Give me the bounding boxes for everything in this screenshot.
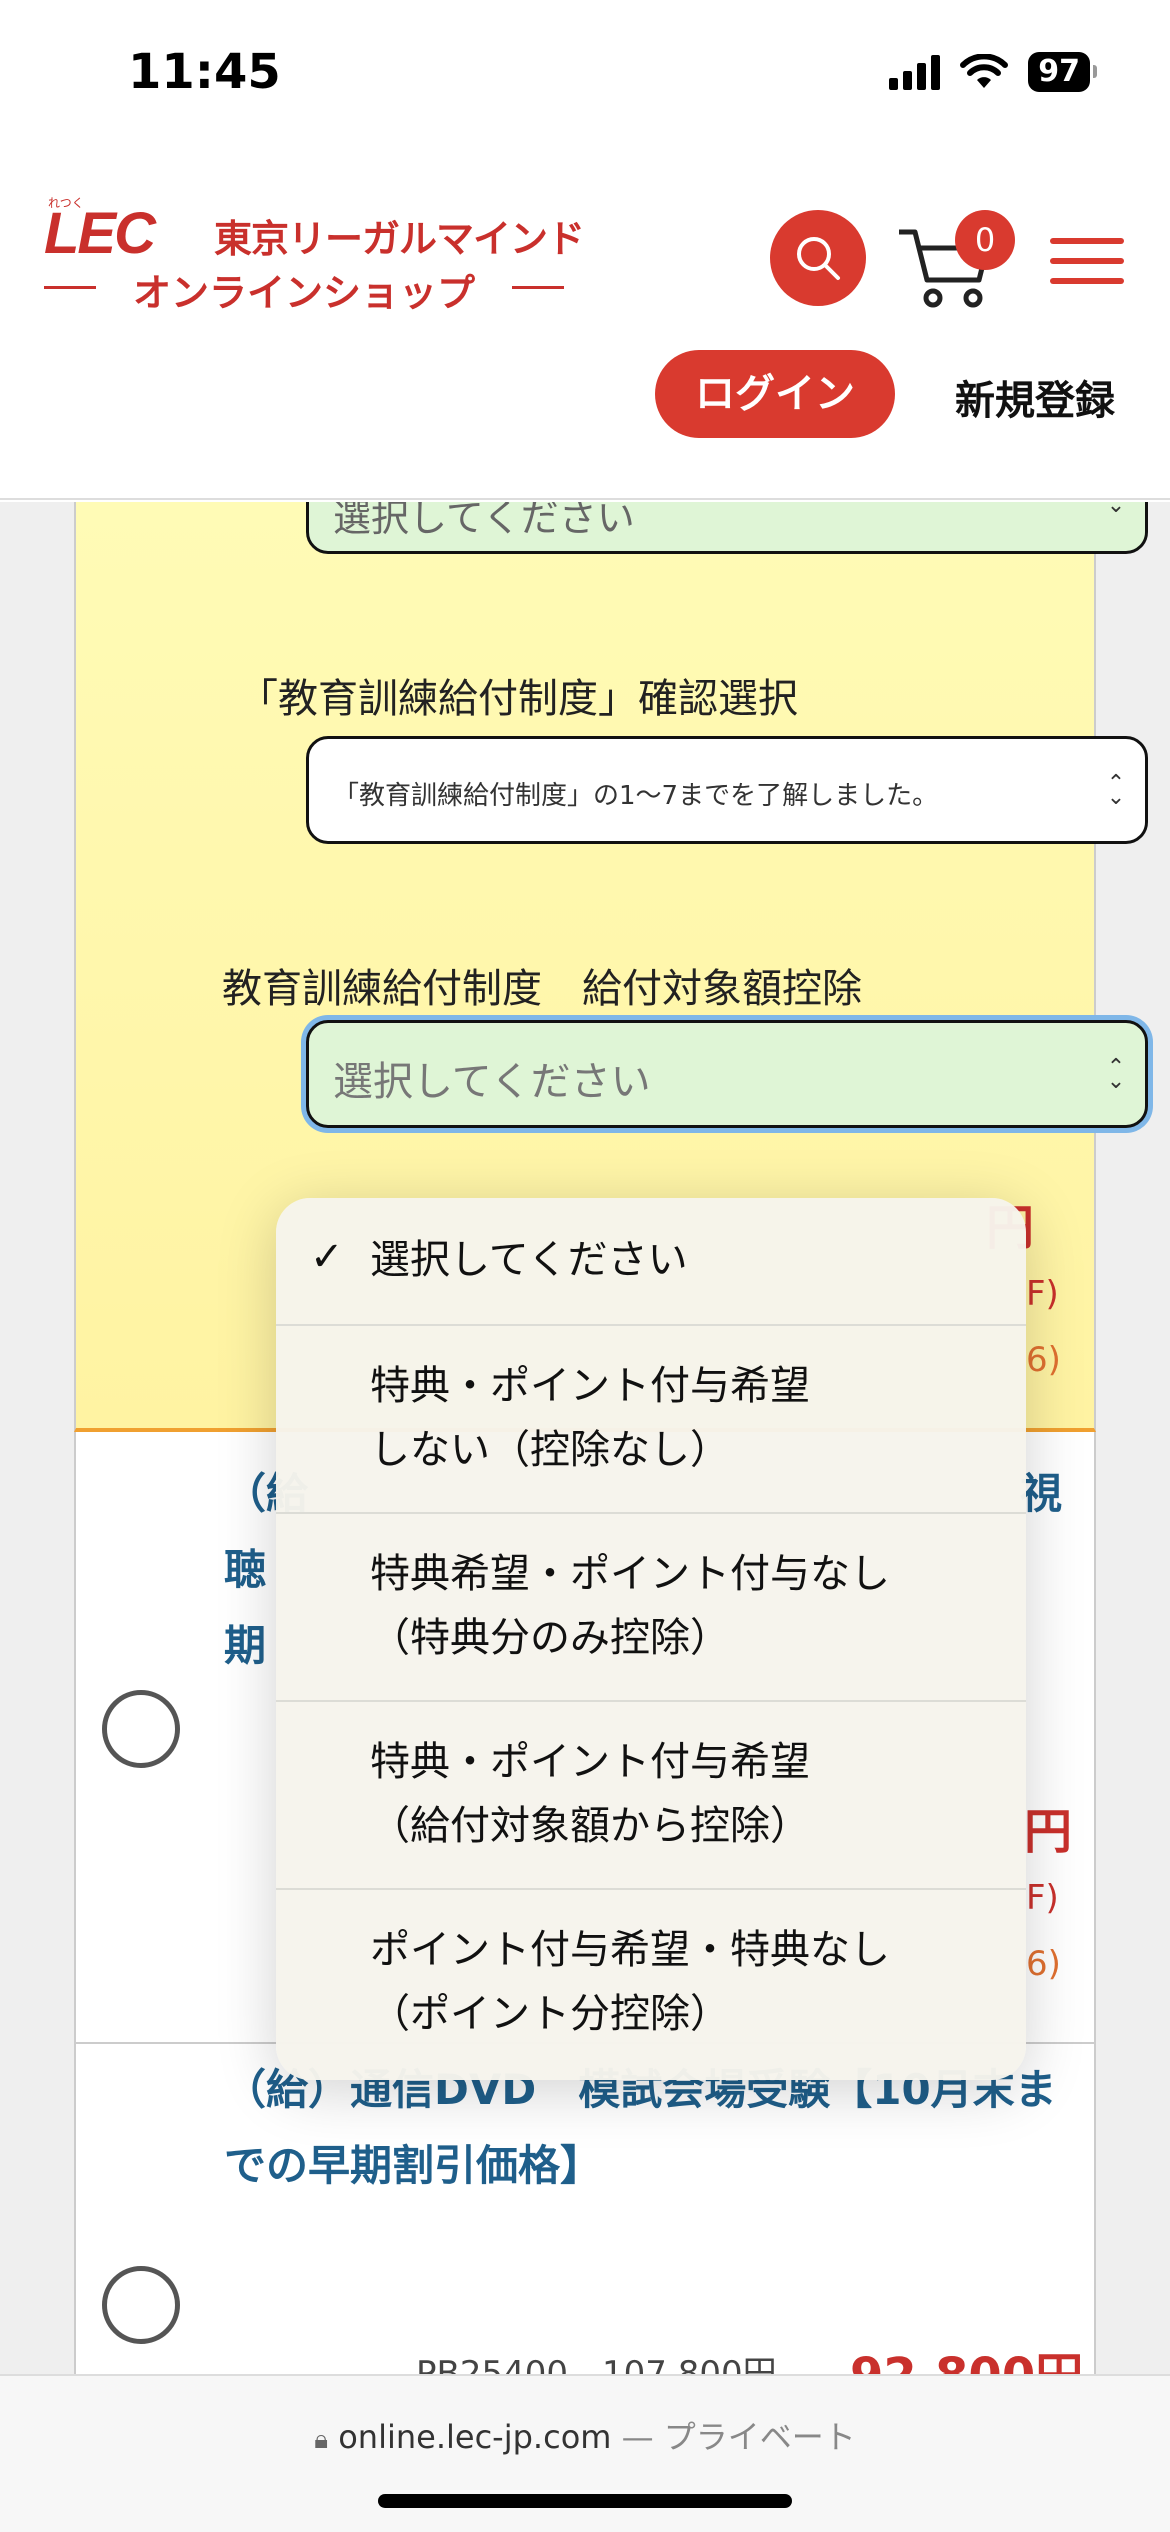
- browser-address-bar[interactable]: 🔒︎ online.lec-jp.com — プライベート: [0, 2374, 1170, 2532]
- confirm-select[interactable]: 「教育訓練給付制度」の1〜7までを了解しました。 ⌃ ⌄: [306, 736, 1148, 844]
- lock-icon: 🔒︎: [314, 2425, 329, 2455]
- option-select-prompt[interactable]: ✓ 選択してください: [276, 1198, 1026, 1326]
- option-no-deduction[interactable]: 特典・ポイント付与希望 しない（控除なし）: [276, 1326, 1026, 1514]
- url-display[interactable]: 🔒︎ online.lec-jp.com — プライベート: [0, 2412, 1170, 2458]
- product-code: PB25400 107,800円: [416, 2354, 777, 2374]
- deduction-select[interactable]: 選択してください ⌃ ⌄: [306, 1020, 1148, 1128]
- site-header: れつく LEC 東京リーガルマインド オンラインショップ 0 ログイン 新規登録: [0, 150, 1170, 500]
- logo-company-name: 東京リーガルマインド: [214, 217, 585, 261]
- chevron-down-icon: ⌄: [1106, 502, 1126, 518]
- battery-icon: 97: [1028, 52, 1097, 92]
- register-link[interactable]: 新規登録: [955, 368, 1115, 426]
- option-points-only[interactable]: ポイント付与希望・特典なし （ポイント分控除）: [276, 1890, 1026, 2080]
- url-text: online.lec-jp.com: [338, 2418, 612, 2456]
- deduction-select-label: 教育訓練給付制度 給付対象額控除: [222, 966, 862, 1012]
- top-select[interactable]: 選択してください ⌄: [306, 502, 1148, 554]
- search-button[interactable]: [770, 210, 866, 306]
- logo-online-shop: オンラインショップ: [44, 262, 564, 317]
- product-radio[interactable]: [102, 2266, 180, 2344]
- select-options-popup: ✓ 選択してください 特典・ポイント付与希望 しない（控除なし） 特典希望・ポイ…: [276, 1198, 1026, 2080]
- privacy-label: — プライベート: [621, 2418, 856, 2456]
- hamburger-menu-icon[interactable]: [1050, 238, 1124, 288]
- checkmark-icon: ✓: [310, 1234, 344, 1280]
- product-radio[interactable]: [102, 1690, 180, 1768]
- product-sale-price: 92,800円: [850, 2336, 1083, 2374]
- product-item[interactable]: （給）通信DVD 模試会場受験【10月末までの早期割引価格】 PB25400 1…: [74, 2044, 1096, 2374]
- cellular-signal-icon: [889, 54, 941, 90]
- option-deduct-from-benefit[interactable]: 特典・ポイント付与希望 （給付対象額から控除）: [276, 1702, 1026, 1890]
- status-time: 11:45: [128, 44, 281, 100]
- login-button[interactable]: ログイン: [655, 350, 895, 438]
- search-icon: [797, 237, 840, 280]
- logo-lec: LEC: [44, 201, 156, 266]
- confirm-select-label: 「教育訓練給付制度」確認選択: [238, 676, 798, 722]
- lec-logo[interactable]: れつく LEC 東京リーガルマインド オンラインショップ: [44, 196, 585, 315]
- wifi-icon: [960, 54, 1009, 88]
- chevron-updown-icon: ⌃ ⌄: [1106, 771, 1126, 810]
- chevron-updown-icon: ⌃ ⌄: [1106, 1055, 1126, 1094]
- cart-count-badge: 0: [955, 210, 1015, 270]
- home-indicator[interactable]: [378, 2494, 792, 2508]
- status-icons: 97: [889, 52, 1097, 92]
- status-bar: 11:45 97: [0, 0, 1170, 150]
- option-benefit-only[interactable]: 特典希望・ポイント付与なし （特典分のみ控除）: [276, 1514, 1026, 1702]
